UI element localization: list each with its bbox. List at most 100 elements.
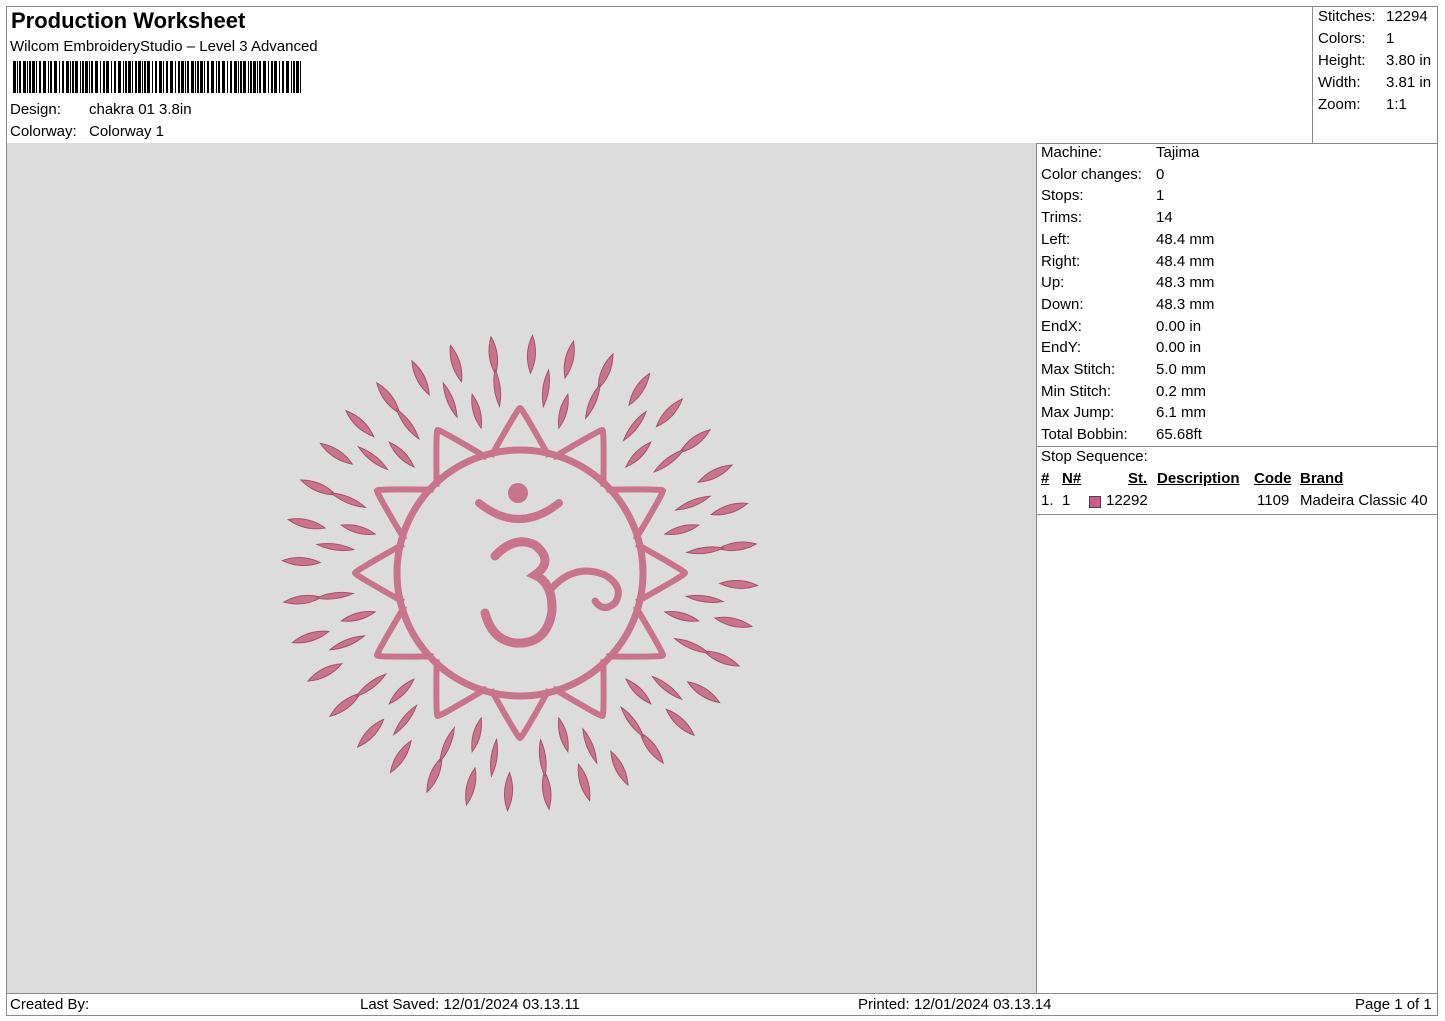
middle-petal — [493, 367, 502, 408]
info-value: 1 — [1156, 187, 1165, 205]
outer-petal — [577, 763, 591, 802]
page-title: Production Worksheet — [11, 8, 246, 33]
outer-petal — [291, 630, 330, 644]
outer-petal — [281, 557, 322, 567]
middle-petal — [315, 543, 356, 552]
row-brand: Madeira Classic 40 — [1300, 492, 1428, 509]
outer-petal — [282, 594, 323, 605]
page-number: Page 1 of 1 — [1355, 996, 1432, 1013]
seq-header-needle: N# — [1062, 470, 1082, 487]
info-label: Trims: — [1041, 209, 1083, 227]
seq-header-num: # — [1041, 470, 1050, 487]
diamond-accent — [388, 441, 415, 468]
info-row: EndY: 0.00 in — [1041, 339, 1201, 356]
worksheet-footer: Created By: Last Saved: 12/01/2024 03.13… — [7, 994, 1437, 1015]
info-row: Left: 48.4 mm — [1041, 231, 1214, 248]
info-label: Left: — [1041, 230, 1071, 248]
middle-petal — [622, 410, 648, 442]
info-label: Min Stitch: — [1041, 382, 1112, 400]
info-value: 65.68ft — [1156, 426, 1202, 444]
info-value: 48.3 mm — [1156, 295, 1215, 313]
outer-petal — [286, 518, 327, 530]
info-label: Color changes: — [1041, 165, 1142, 183]
height-row: Height: 3.80 in — [1318, 52, 1431, 69]
design-value: chakra 01 3.8in — [89, 101, 192, 118]
width-row: Width: 3.81 in — [1318, 74, 1431, 91]
middle-petal — [674, 495, 712, 511]
diamond-accent — [557, 716, 569, 753]
colors-value: 1 — [1386, 30, 1395, 47]
info-row: Down: 48.3 mm — [1041, 296, 1214, 313]
row-num: 1. — [1041, 492, 1054, 509]
middle-petal — [328, 635, 366, 651]
row-needle: 1 — [1062, 492, 1071, 509]
middle-petal — [585, 382, 601, 420]
info-value: 0.2 mm — [1156, 382, 1207, 400]
sequence-divider — [1037, 514, 1437, 515]
info-value: 0.00 in — [1156, 339, 1202, 357]
info-value: 6.1 mm — [1156, 404, 1207, 422]
outer-petal — [697, 464, 734, 483]
diamond-accent — [340, 610, 377, 622]
zoom-label: Zoom: — [1318, 96, 1361, 113]
diamond-accent — [625, 678, 652, 705]
chakra-design-preview — [281, 334, 759, 812]
info-value: 0 — [1156, 165, 1165, 183]
diamond-accent — [471, 716, 483, 753]
diamond-accent — [663, 610, 700, 622]
info-row: Color changes: 0 — [1041, 166, 1164, 183]
zoom-row: Zoom: 1:1 — [1318, 96, 1407, 113]
outer-petal — [488, 335, 499, 376]
colorway-label: Colorway: — [10, 123, 77, 140]
info-value: 0.00 in — [1156, 317, 1202, 335]
outer-petal — [713, 616, 754, 628]
middle-petal — [490, 737, 499, 778]
info-row: Stops: 1 — [1041, 187, 1164, 204]
om-tail — [548, 567, 622, 611]
middle-petal — [685, 546, 726, 555]
zoom-value: 1:1 — [1386, 96, 1407, 113]
printed-date: Printed: 12/01/2024 03.13.14 — [858, 996, 1052, 1013]
info-label: EndX: — [1041, 317, 1082, 335]
middle-petal — [354, 673, 388, 698]
colors-label: Colors: — [1318, 30, 1366, 47]
middle-petal — [651, 675, 683, 701]
thread-color-swatch — [1089, 496, 1101, 508]
design-preview-canvas — [7, 143, 1037, 994]
software-subtitle: Wilcom EmbroideryStudio – Level 3 Advanc… — [10, 38, 318, 55]
info-row: EndX: 0.00 in — [1041, 318, 1201, 335]
outer-petal — [563, 339, 575, 380]
colorway-value: Colorway 1 — [89, 123, 165, 140]
width-value: 3.81 in — [1386, 74, 1432, 91]
middle-petal — [392, 704, 418, 736]
info-value: 48.3 mm — [1156, 274, 1215, 292]
summary-panel: Stitches: 12294 Colors: 1 Height: 3.80 in W… — [1313, 7, 1437, 143]
info-row: Max Stitch: 5.0 mm — [1041, 361, 1206, 378]
design-label: Design: — [10, 101, 61, 118]
diamond-accent — [625, 441, 652, 468]
info-label: Down: — [1041, 295, 1084, 313]
worksheet-header: Production Worksheet Wilcom EmbroiderySt… — [7, 7, 1313, 143]
om-crescent — [475, 499, 563, 523]
om-body — [480, 537, 557, 648]
seq-header-stitches: St. — [1128, 470, 1148, 487]
info-row: Trims: 14 — [1041, 209, 1173, 226]
info-row: Up: 48.3 mm — [1041, 274, 1214, 291]
info-label: Machine: — [1041, 144, 1102, 161]
middle-petal — [314, 591, 355, 600]
info-row: Min Stitch: 0.2 mm — [1041, 383, 1206, 400]
info-row: Max Jump: 6.1 mm — [1041, 404, 1206, 421]
seq-header-description: Description — [1157, 470, 1240, 487]
outer-petal — [526, 334, 536, 375]
middle-petal — [357, 445, 389, 471]
seq-header-brand: Brand — [1300, 470, 1344, 487]
info-label: Total Bobbin: — [1041, 426, 1128, 444]
info-value: 14 — [1156, 209, 1173, 227]
outer-petal — [319, 442, 354, 465]
info-label: Up: — [1041, 274, 1065, 292]
diamond-accent — [340, 524, 377, 536]
outer-petal — [717, 541, 758, 552]
outer-petal — [541, 770, 552, 811]
middle-petal — [329, 492, 367, 508]
diamond-accent — [471, 393, 483, 430]
